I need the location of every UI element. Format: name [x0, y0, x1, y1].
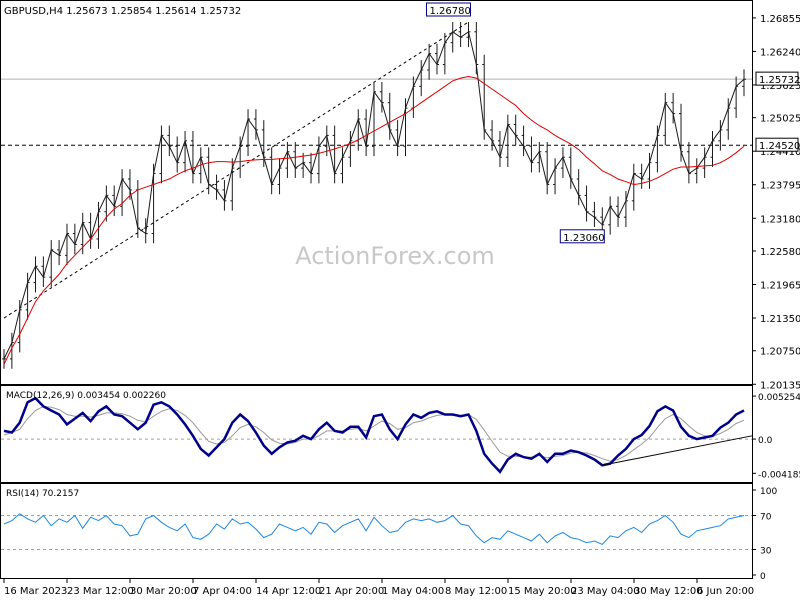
macd-tick-label: -0.004185 — [758, 470, 800, 480]
macd-tick-label: 0.005254 — [758, 393, 800, 403]
macd-tick-label: 0.0 — [758, 436, 773, 446]
macd-label: MACD(12,26,9) 0.003454 0.002260 — [6, 391, 166, 401]
price-tick-label: 1.26855 — [760, 14, 800, 25]
x-tick-label: 6 Jun 20:00 — [697, 586, 754, 597]
rsi-tick-label: 0 — [760, 572, 766, 582]
rsi-tick-label: 70 — [760, 513, 772, 523]
price-tick-label: 1.20135 — [760, 380, 800, 391]
price-tick-label: 1.22580 — [760, 247, 800, 258]
price-tick-label: 1.21350 — [760, 314, 800, 325]
rsi-tick-label: 100 — [760, 487, 777, 497]
price-tick-label: 1.26240 — [760, 47, 800, 58]
forex-chart: ActionForex.com 1.26855 1.26240 1.25625 1.2… — [0, 0, 800, 600]
x-tick-label: 1 May 04:00 — [382, 586, 444, 597]
price-panel-frame — [0, 0, 753, 385]
price-tick-label: 1.23180 — [760, 214, 800, 225]
rsi-label: RSI(14) 70.2157 — [6, 489, 79, 499]
x-tick-label: 30 Mar 20:00 — [130, 586, 197, 597]
price-tick-label: 1.25025 — [760, 114, 800, 125]
price-tick-label: 1.23795 — [760, 181, 800, 192]
annotation-label: 1.23060 — [563, 233, 604, 244]
x-axis: 16 Mar 2023 23 Mar 12:0030 Mar 20:007 Apr… — [3, 579, 754, 597]
support-level-label: 1.24520 — [759, 141, 800, 152]
rsi-tick-label: 30 — [760, 547, 772, 557]
current-price-label: 1.25732 — [759, 75, 800, 86]
x-tick-label: 8 May 12:00 — [445, 586, 507, 597]
chart-canvas: ActionForex.com 1.268551.262401.256251.2… — [0, 0, 800, 597]
x-tick-label: 16 Mar 2023 — [4, 586, 67, 597]
x-tick-label: 15 May 20:00 — [508, 586, 577, 597]
price-tick-label: 1.20750 — [760, 347, 800, 358]
price-tick-label: 1.21965 — [760, 281, 800, 292]
x-tick-label: 23 May 04:00 — [571, 586, 640, 597]
x-tick-label: 30 May 12:00 — [634, 586, 703, 597]
annotation-label: 1.26780 — [429, 6, 470, 17]
x-tick-label: 23 Mar 12:00 — [67, 586, 134, 597]
x-tick-label: 7 Apr 04:00 — [193, 586, 252, 597]
watermark-text: ActionForex.com — [295, 242, 495, 270]
chart-title: GBPUSD,H4 1.25673 1.25854 1.25614 1.2573… — [4, 6, 241, 17]
x-tick-label: 21 Apr 20:00 — [319, 586, 384, 597]
x-tick-label: 14 Apr 12:00 — [256, 586, 321, 597]
